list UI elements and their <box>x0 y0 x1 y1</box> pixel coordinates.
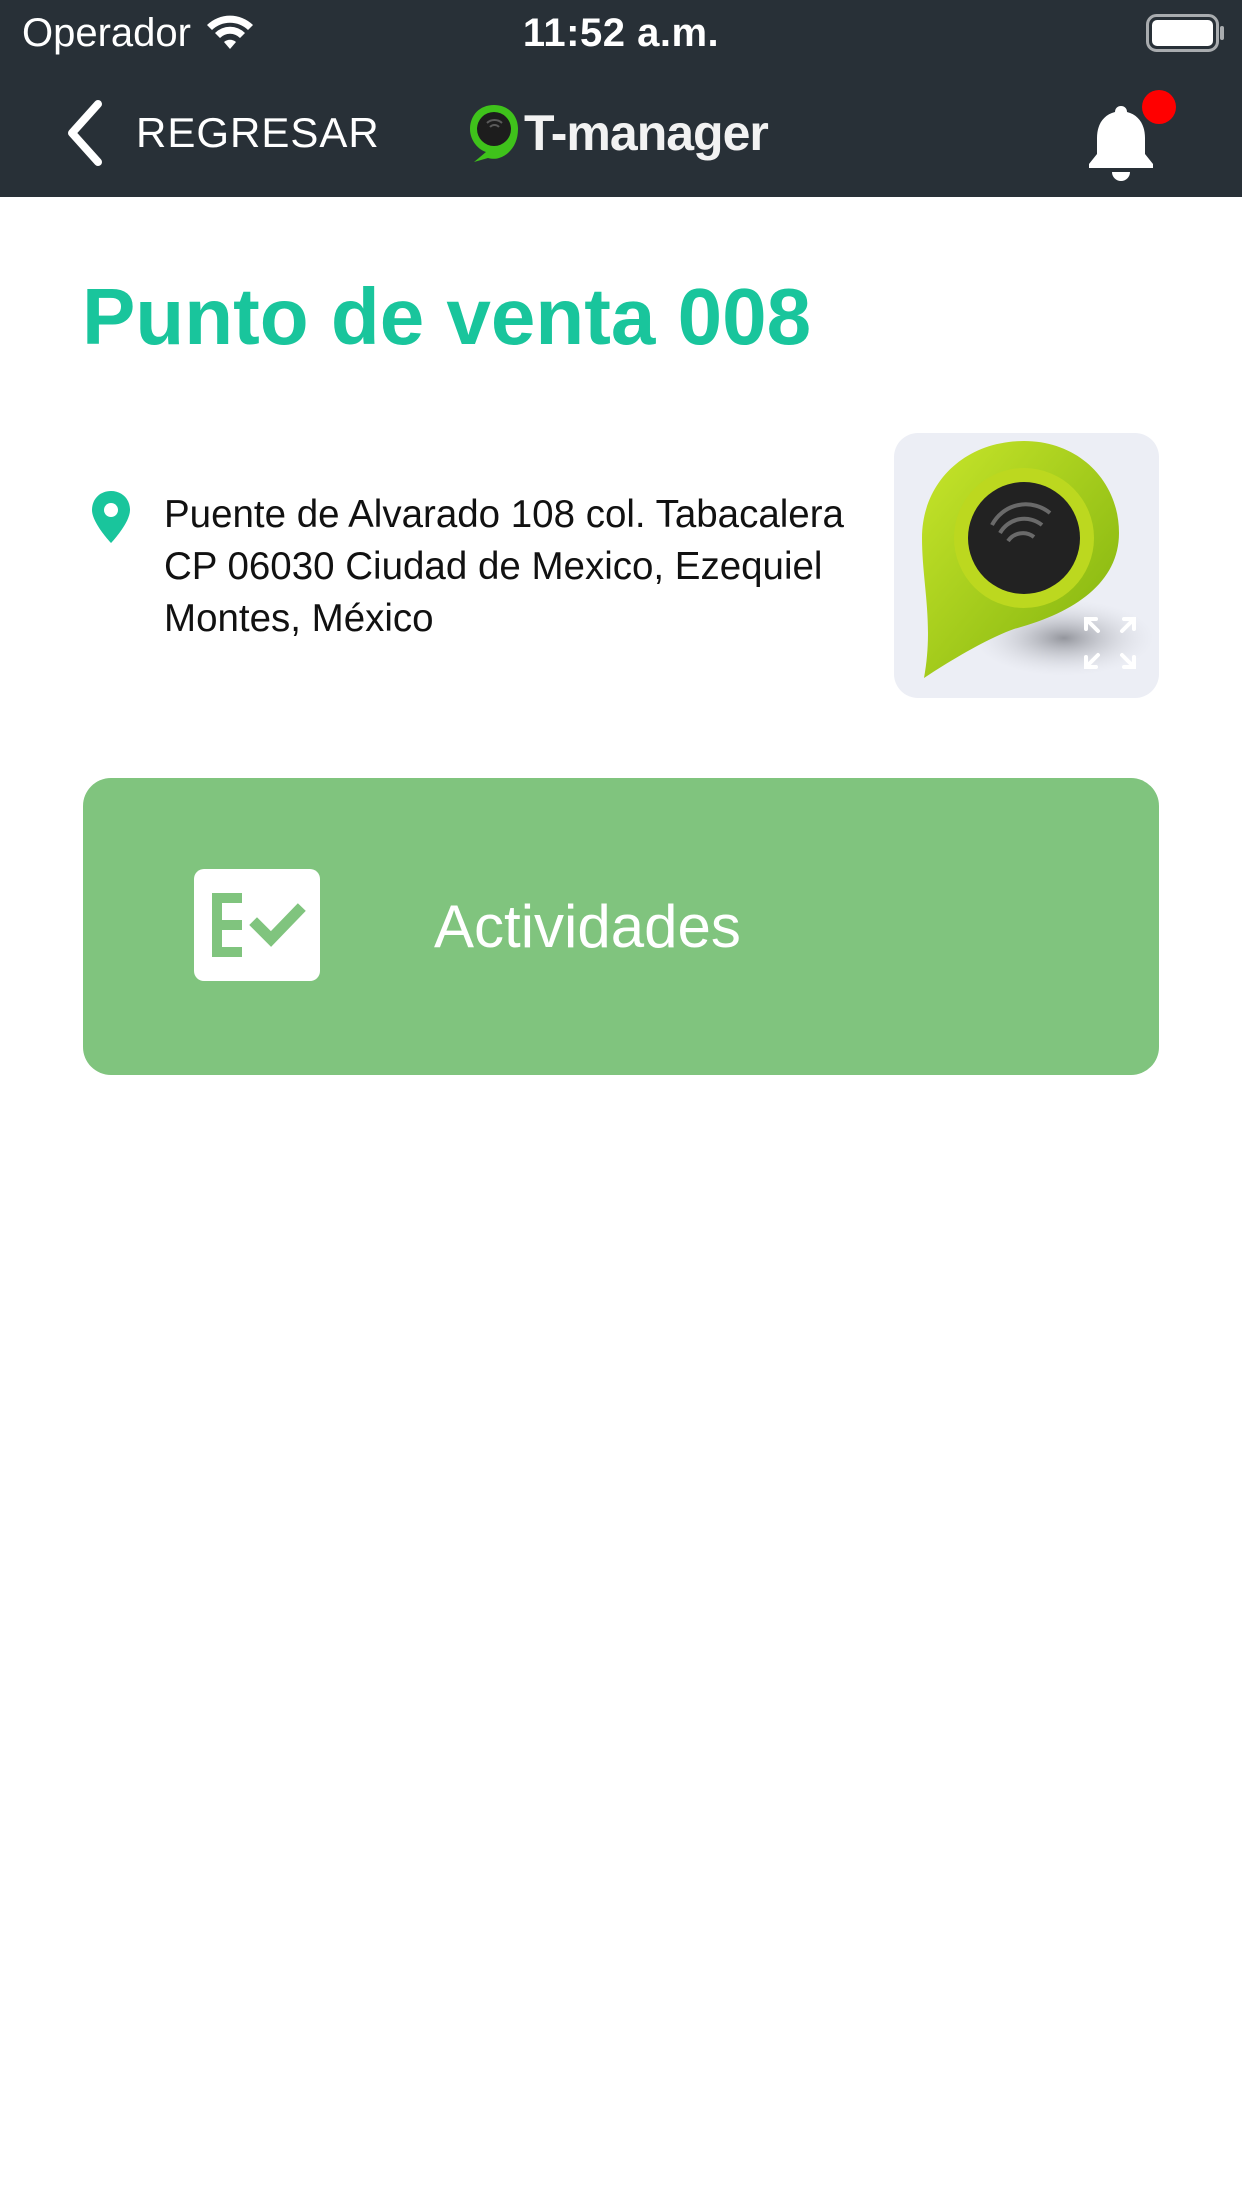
chevron-left-icon <box>68 100 102 166</box>
checklist-icon <box>194 869 320 981</box>
back-button[interactable]: REGRESAR <box>62 98 380 168</box>
expand-icon <box>1084 617 1136 669</box>
notification-badge <box>1142 90 1176 124</box>
status-time: 11:52 a.m. <box>522 11 720 55</box>
brand-logo-icon <box>470 105 518 162</box>
battery-icon <box>1146 14 1224 52</box>
store-image[interactable] <box>894 433 1159 698</box>
address-text: Puente de Alvarado 108 col. Tabacalera C… <box>164 493 844 640</box>
pin-icon <box>92 491 130 543</box>
brand-logo: T-manager <box>466 100 769 166</box>
brand-name: T-manager <box>524 105 769 161</box>
status-bar: Operador 11:52 a.m. <box>0 0 1242 66</box>
nav-bar: REGRESAR T-manager <box>0 70 1242 195</box>
page-title: Punto de venta 008 <box>82 272 812 361</box>
notifications-button[interactable] <box>1084 90 1176 190</box>
back-label: REGRESAR <box>136 109 380 156</box>
store-address: Puente de Alvarado 108 col. Tabacalera C… <box>88 489 888 645</box>
app-header: Operador 11:52 a.m. REGRESAR T-manager <box>0 0 1242 197</box>
activities-button[interactable]: Actividades <box>83 778 1159 1075</box>
activities-label: Actividades <box>434 893 741 960</box>
